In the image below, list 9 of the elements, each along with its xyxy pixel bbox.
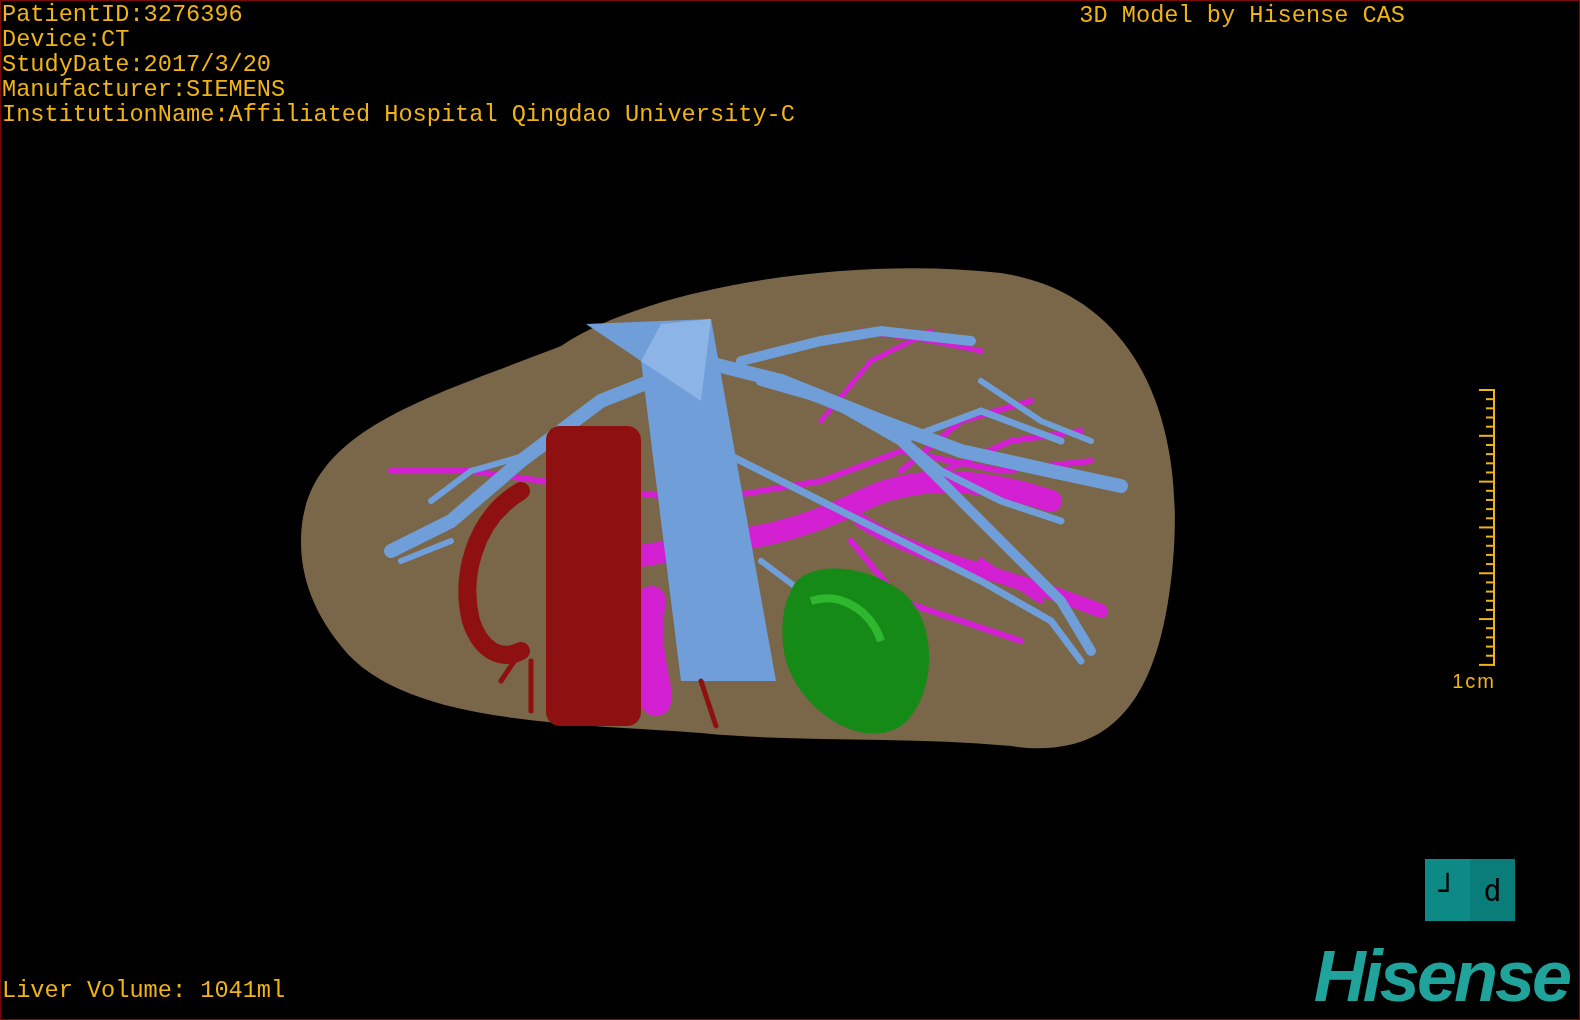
brand-logo: Hisense [1313, 945, 1571, 1007]
liver-volume: Liver Volume: 1041ml [2, 978, 286, 1003]
study-info-line: PatientID:3276396 [2, 2, 244, 27]
study-info-line: Manufacturer:SIEMENS [2, 77, 287, 102]
study-info-line: Device:CT [2, 27, 131, 52]
study-info-line: InstitutionName:Affiliated Hospital Qingdao University-C [2, 102, 795, 127]
model-credit: 3D Model by Hisense CAS [1079, 1, 1405, 31]
study-info-line: StudyDate:2017/3/20 [2, 52, 272, 77]
scale-label: 1cm [1452, 670, 1496, 693]
